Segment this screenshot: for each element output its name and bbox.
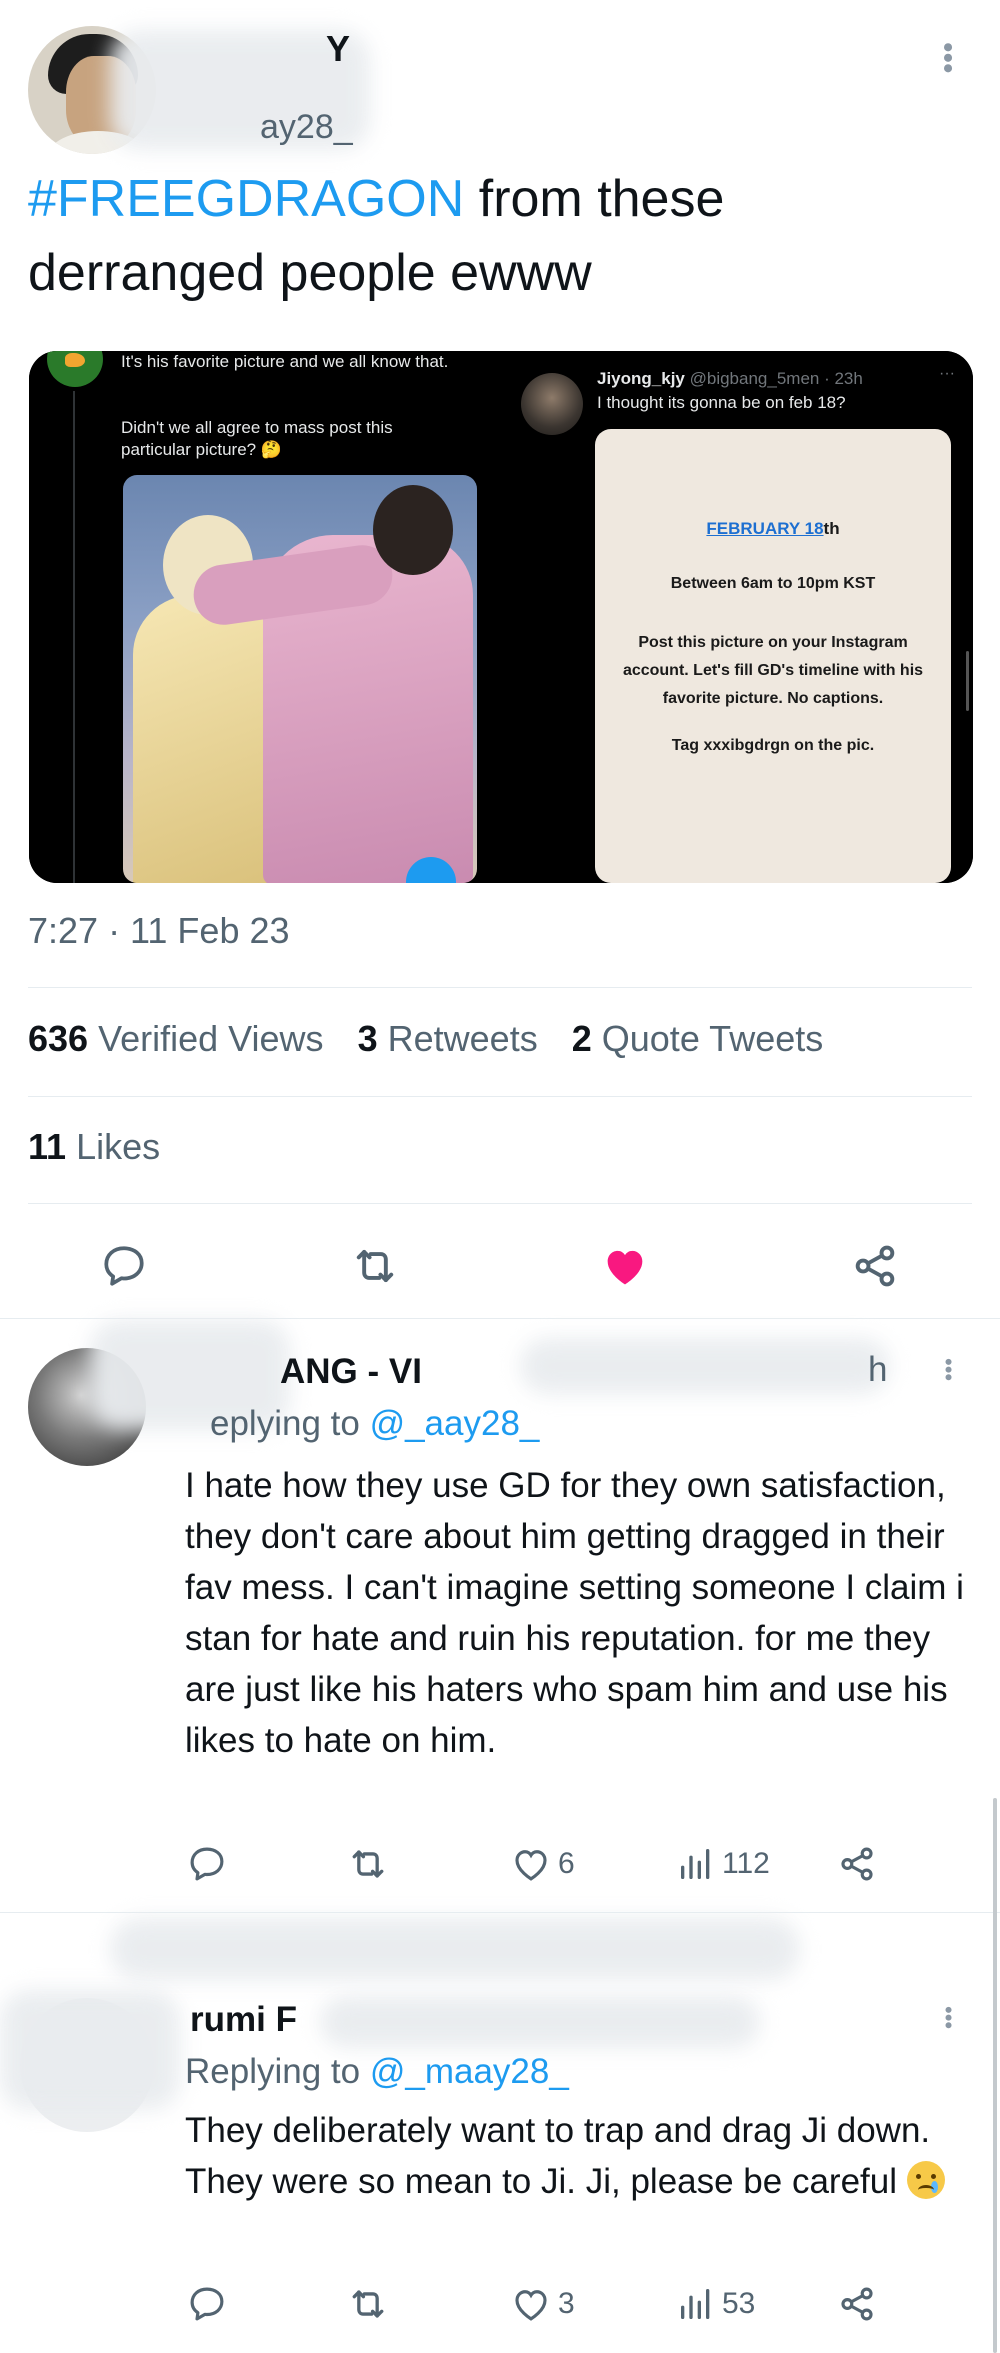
card-tag: Tag xxxibgdrgn on the pic. [671, 737, 875, 754]
quoted-avatar-2 [521, 373, 583, 435]
replying-handle[interactable]: @_maay28_ [370, 2052, 569, 2091]
reply-bubble-icon[interactable] [186, 1840, 228, 1888]
heart-icon [515, 1850, 547, 1881]
retweet-icon[interactable] [346, 1840, 390, 1888]
divider [28, 1203, 972, 1204]
quoted-author: Jiyong_kjy @bigbang_5men · 23h [597, 369, 863, 388]
redaction-blur [520, 1338, 890, 1394]
likes-stat[interactable]: 11 Likes [28, 1126, 160, 1168]
tweet-stats: 636 Verified Views 3 Retweets 2 Quote Tw… [28, 1018, 823, 1060]
heart-icon[interactable] [597, 1238, 653, 1294]
like-button[interactable]: 3 [510, 2280, 575, 2328]
replying-to: Replying to @_maay28_ [185, 2052, 569, 2091]
quoted-photo [123, 475, 477, 883]
quoted-avatar [47, 351, 103, 387]
share-icon[interactable] [847, 1238, 903, 1294]
quoted-scrollbar [966, 651, 969, 711]
card-time: Between 6am to 10pm KST [670, 575, 876, 592]
reply-text: They deliberately want to trap and drag … [185, 2105, 985, 2207]
heart-icon [515, 2290, 547, 2321]
divider [28, 1096, 972, 1097]
views-bar-icon [681, 2289, 710, 2319]
like-count: 6 [558, 1847, 575, 1880]
card-instructions: Post this picture on your Instagram acco… [622, 634, 924, 707]
announcement-card: FEBRUARY 18th Between 6am to 10pm KST Po… [595, 429, 951, 883]
views-button[interactable]: 53 [676, 2280, 755, 2328]
reply-author-name[interactable]: rumi F [190, 2000, 297, 2040]
media-image-left[interactable]: It's his favorite picture and we all kno… [29, 351, 495, 883]
views-count: 112 [722, 1847, 770, 1880]
divider [0, 1912, 1000, 1913]
quoted-more-icon: ··· [939, 365, 955, 382]
quoted-text-2: Didn't we all agree to mass post this pa… [121, 418, 393, 459]
divider [0, 1318, 1000, 1319]
views-button[interactable]: 112 [676, 1840, 770, 1888]
media-image-right[interactable]: Jiyong_kjy @bigbang_5men · 23h ··· I tho… [505, 351, 973, 883]
like-button[interactable]: 6 [510, 1840, 575, 1888]
redaction-blur [110, 1918, 800, 1980]
card-date: FEBRUARY 18th [706, 519, 840, 538]
crying-face-emoji [906, 2161, 945, 2199]
redaction-blur [320, 1996, 760, 2048]
reply-time[interactable]: h [868, 1350, 887, 1390]
more-dots-icon[interactable]: ••• [936, 2006, 961, 2029]
reply-bubble-icon[interactable] [186, 2280, 228, 2328]
reply-bubble-icon[interactable] [96, 1238, 152, 1294]
redaction-blur [0, 1990, 180, 2110]
more-dots-icon[interactable]: ••• [931, 42, 964, 74]
hashtag-link[interactable]: #FREEGDRAGON [28, 170, 464, 228]
retweet-icon[interactable] [346, 2280, 390, 2328]
reply-author-name[interactable]: ANG - VI [280, 1352, 422, 1392]
thread-line [73, 391, 75, 883]
more-dots-icon[interactable]: ••• [936, 1358, 961, 1381]
views-stat[interactable]: 636 Verified Views [28, 1018, 324, 1059]
retweets-stat[interactable]: 3 Retweets [358, 1018, 538, 1059]
divider [28, 987, 972, 988]
views-count: 53 [722, 2287, 756, 2320]
quoted-reply-text: I thought its gonna be on feb 18? [597, 393, 846, 412]
retweet-icon[interactable] [347, 1238, 403, 1294]
share-icon[interactable] [836, 2280, 878, 2328]
quote-tweets-stat[interactable]: 2 Quote Tweets [572, 1018, 824, 1059]
author-name[interactable]: Y [326, 28, 350, 70]
tweet-media[interactable]: It's his favorite picture and we all kno… [29, 351, 973, 883]
page-scrollbar[interactable] [993, 1798, 997, 2353]
reply-text: I hate how they use GD for they own sati… [185, 1466, 964, 1760]
author-handle[interactable]: ay28_ [260, 108, 353, 147]
views-bar-icon [681, 1849, 710, 1879]
replying-to: eplying to @_aay28_ [210, 1404, 540, 1443]
share-icon[interactable] [836, 1840, 878, 1888]
replying-handle[interactable]: @_aay28_ [370, 1404, 540, 1443]
like-count: 3 [558, 2287, 575, 2320]
tweet-timestamp[interactable]: 7:27 · 11 Feb 23 [28, 910, 290, 952]
quoted-text-1: It's his favorite picture and we all kno… [121, 352, 449, 371]
tweet-text: #FREEGDRAGON from these derranged people… [28, 162, 958, 310]
